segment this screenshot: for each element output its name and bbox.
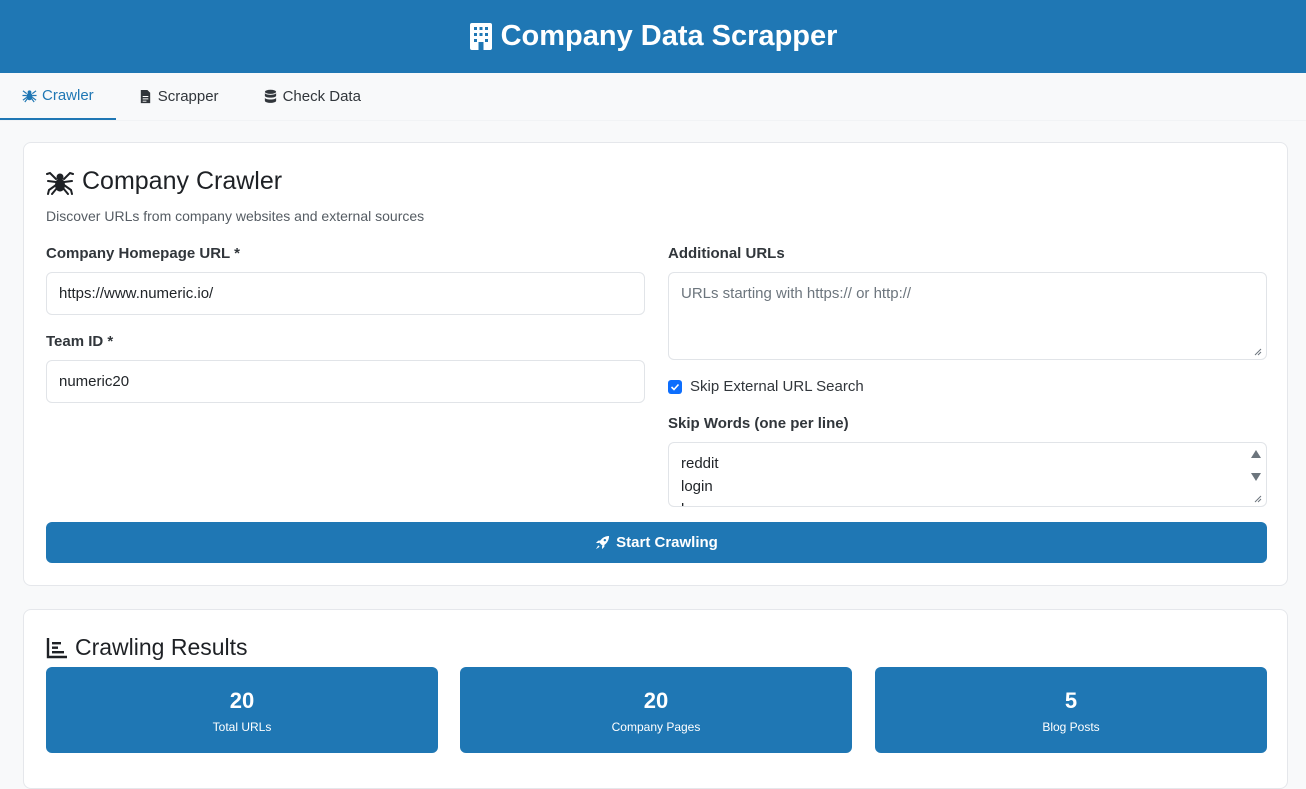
stat-value: 20 [643,688,669,713]
resize-handle-icon[interactable] [1254,495,1262,503]
rocket-icon [596,535,610,550]
homepage-value: https://www.numeric.io/ [59,285,214,302]
tab-crawler-label: Crawler [42,87,94,104]
team-id-value: numeric20 [59,373,130,390]
chart-bar-icon [46,637,67,658]
team-id-label: Team ID * [46,333,114,350]
scroll-down-icon[interactable] [1250,472,1262,482]
results-title: Crawling Results [46,634,248,661]
scroll-up-icon[interactable] [1250,449,1262,459]
crawler-subtitle: Discover URLs from company websites and … [46,208,425,224]
building-icon [469,23,492,50]
crawler-title-text: Company Crawler [82,167,283,195]
resize-handle-icon[interactable] [1254,348,1262,356]
database-icon [264,89,276,103]
crawler-card: Company Crawler Discover URLs from compa… [23,142,1288,586]
start-crawling-label: Start Crawling [616,534,718,551]
skip-external-checkbox[interactable] [668,379,682,394]
tab-crawler[interactable]: Crawler [0,73,116,120]
app-header: Company Data Scrapper [0,0,1306,73]
stat-total-urls: 20 Total URLs [46,667,438,753]
skip-word-item: login [681,478,713,495]
checkmark-icon [670,383,680,391]
stat-label: Total URLs [212,720,272,734]
homepage-label: Company Homepage URL * [46,245,240,262]
homepage-input[interactable]: https://www.numeric.io/ [46,272,645,315]
tab-check-data[interactable]: Check Data [241,73,383,120]
start-crawling-button[interactable]: Start Crawling [46,522,1267,563]
tab-bar: Crawler Scrapper Check Data [0,73,1306,121]
file-icon [140,89,150,104]
skip-external-row[interactable]: Skip External URL Search [668,378,864,395]
spider-icon [22,90,37,103]
app-title-text: Company Data Scrapper [500,20,838,52]
stat-blog-posts: 5 Blog Posts [875,667,1267,753]
tab-scrapper[interactable]: Scrapper [116,73,241,120]
tab-scrapper-label: Scrapper [157,88,219,105]
spider-icon [46,171,74,195]
skip-words-label: Skip Words (one per line) [668,415,849,432]
stat-value: 5 [1064,688,1078,713]
team-id-input[interactable]: numeric20 [46,360,645,403]
stat-company-pages: 20 Company Pages [460,667,852,753]
additional-urls-label: Additional URLs [668,245,785,262]
stat-value: 20 [229,688,255,713]
skip-external-label: Skip External URL Search [690,378,864,395]
crawler-title: Company Crawler [46,167,282,196]
skip-word-item: reddit [681,455,719,472]
tab-check-data-label: Check Data [282,88,361,105]
skip-word-item: l [681,501,684,506]
stat-label: Company Pages [611,720,701,734]
results-title-text: Crawling Results [75,634,248,660]
stat-label: Blog Posts [1042,720,1100,734]
skip-words-textarea[interactable]: reddit login l [668,442,1267,507]
app-title: Company Data Scrapper [469,20,838,53]
additional-urls-textarea[interactable]: URLs starting with https:// or http:// [668,272,1267,360]
results-card: Crawling Results 20 Total URLs 20 Compan… [23,609,1288,789]
additional-urls-placeholder: URLs starting with https:// or http:// [681,285,912,302]
